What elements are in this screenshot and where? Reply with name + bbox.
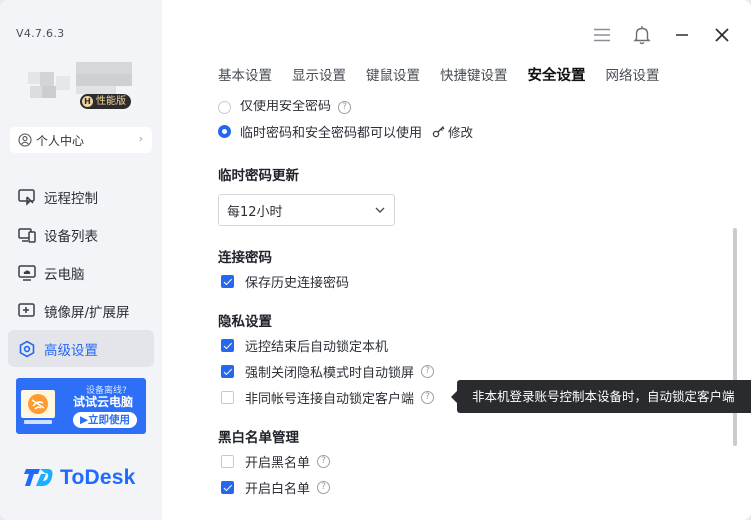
settings-panel: 基本设置 显示设置 键鼠设置 快捷键设置 安全设置 网络设置 仅使用安全密码 ?… bbox=[162, 0, 751, 520]
help-icon[interactable]: ? bbox=[338, 101, 352, 114]
save-history-password-checkbox[interactable]: 保存历史连接密码 bbox=[221, 271, 349, 291]
checkbox[interactable] bbox=[221, 364, 234, 378]
sidebar-item-label: 高级设置 bbox=[44, 342, 98, 359]
sidebar-item-label: 设备列表 bbox=[44, 228, 98, 245]
lock-non-same-account-checkbox[interactable]: 非同帐号连接自动锁定客户端 ? bbox=[221, 387, 435, 407]
enable-whitelist-checkbox[interactable]: 开启白名单 ? bbox=[221, 477, 331, 497]
sidebar-item-cloud-pc[interactable]: 云电脑 bbox=[8, 254, 154, 291]
sidebar-item-mirror-screen[interactable]: 镜像屏/扩展屏 bbox=[8, 292, 154, 329]
checkbox[interactable] bbox=[221, 390, 234, 404]
radio-button[interactable] bbox=[218, 101, 231, 114]
checkbox-label: 开启黑名单 bbox=[245, 455, 311, 471]
promo-cta-button[interactable]: ▶立即使用 bbox=[73, 412, 137, 428]
personal-center-button[interactable]: 个人中心 › bbox=[10, 127, 152, 153]
promo-cta-label: 立即使用 bbox=[88, 414, 131, 426]
checkbox-label: 远控结束后自动锁定本机 bbox=[245, 339, 389, 355]
sidebar-item-advanced-settings[interactable]: 高级设置 bbox=[8, 330, 154, 367]
select-value: 每12小时 bbox=[227, 204, 283, 220]
checkbox-label: 开启白名单 bbox=[245, 481, 311, 497]
cloud-pc-promo-icon bbox=[21, 390, 55, 424]
checkbox[interactable] bbox=[221, 338, 234, 352]
radio-button[interactable] bbox=[218, 124, 231, 138]
premium-h-icon: H bbox=[82, 96, 93, 107]
premium-badge: H 性能版 bbox=[80, 94, 131, 109]
vertical-scrollbar[interactable] bbox=[733, 228, 737, 446]
section-temp-password-update: 临时密码更新 bbox=[218, 168, 299, 184]
device-list-icon bbox=[17, 225, 37, 245]
tab-network[interactable]: 网络设置 bbox=[606, 64, 660, 86]
tab-basic[interactable]: 基本设置 bbox=[218, 64, 272, 86]
minimize-icon[interactable] bbox=[671, 24, 693, 46]
chevron-down-icon bbox=[375, 207, 385, 213]
radio-temp-and-security-password[interactable]: 临时密码和安全密码都可以使用 修改 bbox=[218, 121, 473, 141]
todesk-logo-icon bbox=[24, 469, 53, 486]
radio-label: 临时密码和安全密码都可以使用 bbox=[240, 125, 423, 141]
section-black-white-list: 黑白名单管理 bbox=[218, 430, 299, 446]
sidebar-item-label: 云电脑 bbox=[44, 266, 85, 283]
personal-center-label: 个人中心 bbox=[36, 133, 85, 148]
edit-label: 修改 bbox=[448, 124, 474, 140]
promo-play-icon: ▶ bbox=[79, 414, 89, 426]
checkbox-label: 保存历史连接密码 bbox=[245, 275, 350, 291]
help-icon[interactable]: ? bbox=[317, 454, 331, 468]
menu-icon[interactable] bbox=[591, 24, 613, 46]
tab-shortcuts[interactable]: 快捷键设置 bbox=[440, 64, 508, 86]
tab-security[interactable]: 安全设置 bbox=[528, 64, 586, 86]
sidebar-item-remote-control[interactable]: 远程控制 bbox=[8, 178, 154, 215]
radio-security-password-only[interactable]: 仅使用安全密码 ? bbox=[218, 100, 352, 114]
key-icon bbox=[432, 125, 445, 137]
checkbox-label: 非同帐号连接自动锁定客户端 bbox=[245, 391, 415, 407]
checkbox-label: 强制关闭隐私模式时自动锁屏 bbox=[245, 365, 415, 381]
brand-name: ToDesk bbox=[60, 466, 136, 489]
premium-badge-label: 性能版 bbox=[96, 96, 126, 107]
cloud-pc-icon bbox=[17, 263, 37, 283]
section-connection-password: 连接密码 bbox=[218, 250, 272, 266]
help-icon[interactable]: ? bbox=[421, 390, 435, 404]
sidebar-item-label: 镜像屏/扩展屏 bbox=[44, 304, 130, 321]
tab-display[interactable]: 显示设置 bbox=[292, 64, 346, 86]
sidebar: V4.7.6.3 H 性能版 个人中心 › 远程控制 设备列表 云电脑 镜像屏/… bbox=[0, 0, 162, 520]
tab-keyboard-mouse[interactable]: 键鼠设置 bbox=[366, 64, 420, 86]
help-icon[interactable]: ? bbox=[421, 364, 435, 378]
app-window: V4.7.6.3 H 性能版 个人中心 › 远程控制 设备列表 云电脑 镜像屏/… bbox=[0, 0, 751, 520]
enable-blacklist-checkbox[interactable]: 开启黑名单 ? bbox=[221, 451, 331, 471]
checkbox[interactable] bbox=[221, 274, 234, 288]
window-controls bbox=[591, 24, 733, 46]
edit-password-link[interactable]: 修改 bbox=[432, 122, 473, 141]
lock-after-remote-checkbox[interactable]: 远控结束后自动锁定本机 bbox=[221, 335, 388, 355]
lock-on-privacy-close-checkbox[interactable]: 强制关闭隐私模式时自动锁屏 ? bbox=[221, 361, 435, 381]
checkbox[interactable] bbox=[221, 454, 234, 468]
advanced-settings-icon bbox=[17, 339, 37, 359]
version-label: V4.7.6.3 bbox=[16, 27, 65, 40]
todesk-logo: ToDesk bbox=[24, 466, 136, 490]
bell-icon[interactable] bbox=[631, 24, 653, 46]
sidebar-item-device-list[interactable]: 设备列表 bbox=[8, 216, 154, 253]
section-privacy: 隐私设置 bbox=[218, 314, 272, 330]
help-icon[interactable]: ? bbox=[317, 480, 331, 494]
sidebar-item-label: 远程控制 bbox=[44, 190, 98, 207]
radio-label: 仅使用安全密码 bbox=[240, 100, 332, 114]
settings-tabs: 基本设置 显示设置 键鼠设置 快捷键设置 安全设置 网络设置 bbox=[218, 64, 660, 86]
help-tooltip: 非本机登录账号控制本设备时，自动锁定客户端 bbox=[451, 380, 751, 413]
security-settings-content: 仅使用安全密码 ? 临时密码和安全密码都可以使用 修改 临时密码更新 每12小时… bbox=[218, 98, 718, 520]
remote-control-icon bbox=[17, 187, 37, 207]
temp-password-interval-select[interactable]: 每12小时 bbox=[218, 194, 395, 226]
person-icon bbox=[18, 133, 32, 147]
checkbox[interactable] bbox=[221, 480, 234, 494]
sidebar-nav: 远程控制 设备列表 云电脑 镜像屏/扩展屏 高级设置 bbox=[8, 178, 154, 368]
chevron-right-icon: › bbox=[138, 132, 143, 145]
mirror-screen-icon bbox=[17, 301, 37, 321]
close-icon[interactable] bbox=[711, 24, 733, 46]
cloud-pc-promo-banner[interactable]: 设备离线? 试试云电脑 ▶立即使用 bbox=[16, 378, 146, 434]
promo-title: 试试云电脑 bbox=[73, 395, 134, 409]
